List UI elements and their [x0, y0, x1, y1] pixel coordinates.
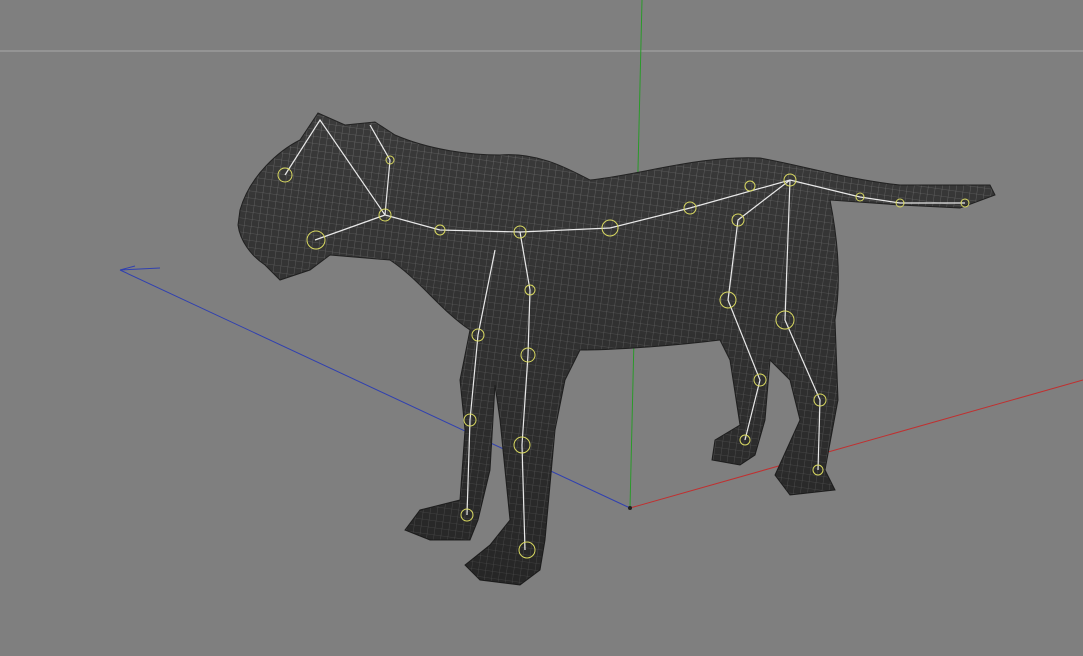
viewport-canvas[interactable]	[0, 0, 1083, 656]
world-origin	[628, 506, 632, 510]
panther-mesh-model[interactable]	[237, 112, 996, 586]
3d-viewport[interactable]	[0, 0, 1083, 656]
x-axis	[629, 379, 1083, 509]
z-axis-arrow-icon	[119, 265, 161, 271]
